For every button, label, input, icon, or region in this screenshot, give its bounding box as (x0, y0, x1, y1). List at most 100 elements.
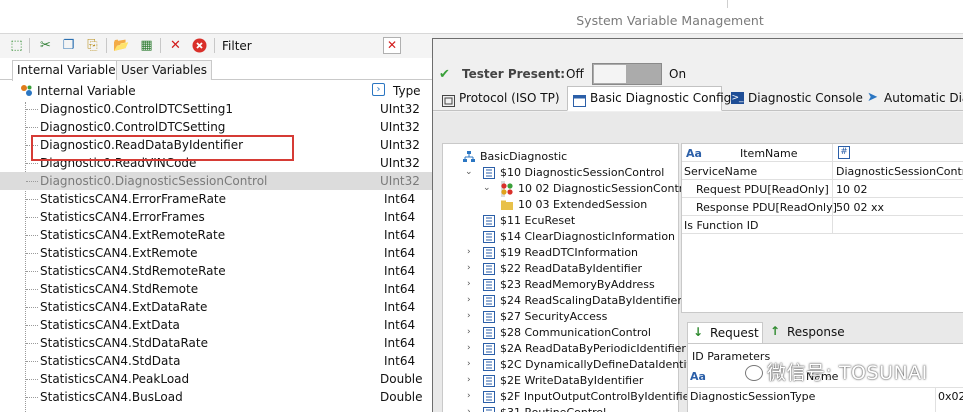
variable-row[interactable]: StatisticsCAN4.BusLoad Double (0, 388, 432, 406)
grid-row[interactable]: Request PDU[ReadOnly] 10 02 (682, 180, 963, 198)
grid-value: 50 02 xx (836, 201, 885, 214)
expand-service-icon[interactable]: › (467, 296, 476, 305)
variable-name: StatisticsCAN4.StdData (40, 354, 181, 368)
grid-row[interactable]: ServiceName DiagnosticSessionControl (682, 162, 963, 180)
tree-service-label: $2F InputOutputControlByIdentifier (500, 390, 694, 403)
expand-service-icon[interactable]: › (467, 280, 476, 289)
sort-alpha-icon[interactable]: Aa (686, 147, 702, 160)
request-arrow-icon: ↓ (693, 325, 704, 339)
variable-type: UInt32 (380, 156, 420, 170)
variable-type: UInt32 (380, 102, 420, 116)
variable-type: UInt32 (380, 138, 420, 152)
variable-row[interactable]: StatisticsCAN4.StdRemoteRate Int64 (0, 262, 432, 280)
service-icon (483, 167, 495, 179)
tree-connector (26, 199, 38, 200)
highlight-box (31, 135, 294, 161)
variable-type: Int64 (384, 336, 416, 350)
screen: System Variable Management ⬚ ✂ ❐ ⎘ 📂 ▦ ✕… (0, 0, 963, 412)
variable-row[interactable]: StatisticsCAN4.ErrorFrames Int64 (0, 208, 432, 226)
expand-service-icon[interactable]: › (467, 376, 476, 385)
sort-alpha-icon[interactable]: Aa (690, 370, 706, 383)
expand-service-icon[interactable]: › (467, 344, 476, 353)
tab-request-label: Request (710, 326, 759, 340)
tree-connector (26, 127, 38, 128)
variable-type: UInt32 (380, 120, 420, 134)
tree-connector (26, 289, 38, 290)
tree-service-label: $19 ReadDTCInformation (500, 246, 639, 259)
tree-connector (26, 163, 38, 164)
toggle-knob (594, 65, 626, 83)
variable-name: StatisticsCAN4.PeakLoad (40, 372, 190, 386)
variable-name: StatisticsCAN4.StdRemote (40, 282, 199, 296)
expand-service-icon[interactable]: › (467, 312, 476, 321)
tab-basic-diagnostic-config[interactable]: Basic Diagnostic Config (567, 86, 731, 111)
service-icon (483, 375, 495, 387)
variable-type: Int64 (384, 246, 416, 260)
tab-response[interactable]: ↑ Response (765, 322, 847, 343)
variable-row[interactable]: StatisticsCAN4.PeakLoad Double (0, 370, 432, 388)
categorize-icon[interactable]: # (838, 146, 850, 159)
variable-name: Diagnostic0.ControlDTCSetting (40, 120, 226, 134)
grid-header-label: ItemName (740, 147, 798, 160)
variable-row[interactable]: Diagnostic0.ControlDTCSetting1 UInt32 (0, 100, 432, 118)
grid-row[interactable]: Response PDU[ReadOnly] 50 02 xx (682, 198, 963, 216)
delete-icon[interactable]: ✕ (167, 37, 184, 54)
expand-service-icon[interactable]: › (467, 408, 476, 412)
variable-row[interactable]: StatisticsCAN4.ExtRemoteRate Int64 (0, 226, 432, 244)
grid-row[interactable]: Is Function ID (682, 216, 963, 234)
toolbar-separator (29, 38, 30, 53)
collapse-session-icon[interactable]: ⌄ (465, 168, 474, 177)
delete-all-icon[interactable] (191, 37, 208, 54)
grid-key: ServiceName (684, 165, 758, 178)
open-folder-icon[interactable]: 📂 (113, 37, 130, 54)
status-dots-icon (501, 183, 513, 195)
cut-icon[interactable]: ✂ (37, 37, 54, 54)
variable-row[interactable]: Diagnostic0.ControlDTCSetting UInt32 (0, 118, 432, 136)
variable-row[interactable]: StatisticsCAN4.StdRemote Int64 (0, 280, 432, 298)
expand-service-icon[interactable]: › (467, 392, 476, 401)
tab-diagnostic-console[interactable]: >_ Diagnostic Console (726, 87, 863, 110)
collapse-subservice-icon[interactable]: ⌄ (483, 184, 492, 193)
tree-connector (26, 271, 38, 272)
expand-service-icon[interactable]: › (467, 248, 476, 257)
export-icon[interactable]: ▦ (138, 37, 155, 54)
variable-row[interactable]: StatisticsCAN4.StdDataRate Int64 (0, 334, 432, 352)
service-icon (483, 391, 495, 403)
toolbar-separator (160, 38, 161, 53)
tab-user-variables[interactable]: User Variables (116, 60, 213, 80)
tester-off-label: Off (566, 67, 584, 81)
clear-filter-button[interactable]: ✕ (383, 37, 401, 54)
tree-subservice-1002[interactable]: 10 02 DiagnosticSessionControl (501, 181, 693, 197)
tab-protocol[interactable]: Protocol (ISO TP) (437, 87, 565, 110)
grid-key: Is Function ID (684, 219, 759, 232)
copy-icon[interactable]: ❐ (60, 37, 77, 54)
tab-request[interactable]: ↓ Request (687, 322, 763, 343)
tree-connector (26, 253, 38, 254)
expand-service-icon[interactable]: › (467, 328, 476, 337)
check-icon: ✔ (439, 67, 450, 82)
expand-service-icon[interactable]: › (467, 360, 476, 369)
variable-row[interactable]: Diagnostic0.DiagnosticSessionControl UInt… (0, 172, 432, 190)
variable-tree-icon (20, 84, 33, 100)
param-col-divider (935, 388, 936, 412)
tab-internal-variables[interactable]: Internal Variables (12, 60, 127, 81)
expand-service-icon[interactable]: › (467, 264, 476, 273)
paste-icon[interactable]: ⎘ (84, 37, 101, 54)
new-icon[interactable]: ⬚ (8, 37, 25, 54)
service-icon (483, 343, 495, 355)
grid-header-row: Aa ItemName # (682, 144, 963, 162)
tester-present-toggle[interactable] (592, 63, 662, 85)
variable-row[interactable]: StatisticsCAN4.StdData Int64 (0, 352, 432, 370)
tree-connector (26, 361, 38, 362)
config-icon (573, 92, 586, 107)
variable-row[interactable]: StatisticsCAN4.ExtDataRate Int64 (0, 298, 432, 316)
tab-automatic-diagnostic[interactable]: ➤ Automatic Dia (862, 87, 963, 110)
variable-type: Int64 (384, 228, 416, 242)
param-value: 0x02 (938, 390, 963, 403)
variable-row[interactable]: StatisticsCAN4.ExtRemote Int64 (0, 244, 432, 262)
variable-row[interactable]: StatisticsCAN4.ExtData Int64 (0, 316, 432, 334)
title-separator (727, 0, 728, 8)
toolbar-separator (214, 38, 215, 53)
tree-connector (26, 397, 38, 398)
variable-row[interactable]: StatisticsCAN4.ErrorFrameRate Int64 (0, 190, 432, 208)
